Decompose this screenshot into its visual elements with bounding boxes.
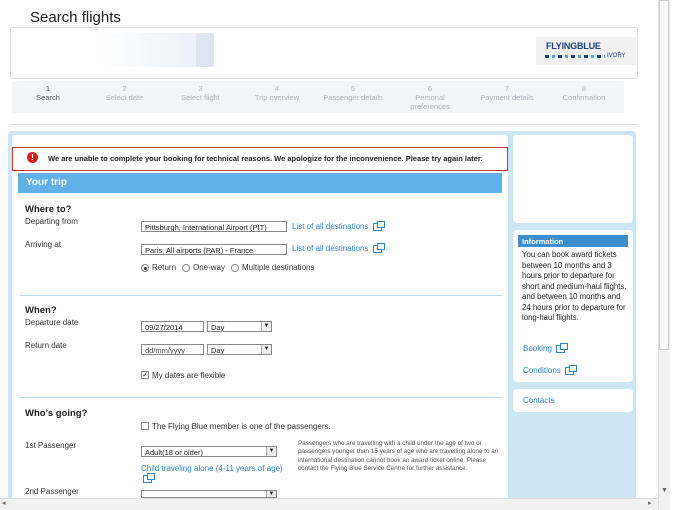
link-text: List of all destinations <box>292 222 369 231</box>
step-number: 5 <box>350 84 356 93</box>
step-select-date: 2 Select date <box>97 84 152 102</box>
divider <box>20 397 502 398</box>
error-icon: ! <box>27 152 38 163</box>
link-text: Conditions <box>523 366 561 375</box>
sidebar-ad-box <box>513 135 633 223</box>
departure-day-select[interactable]: Day ▼ <box>207 321 272 332</box>
member-checkbox[interactable] <box>141 422 149 430</box>
logo-dots <box>545 55 605 58</box>
banner-image-edge <box>196 33 214 67</box>
step-confirmation: 8 Confirmation <box>555 84 613 102</box>
select-value: Day <box>211 323 225 332</box>
banner-image <box>14 33 214 67</box>
error-message: We are unable to complete your booking f… <box>12 147 508 171</box>
step-number: 7 <box>504 84 510 93</box>
chevron-down-icon: ▼ <box>261 345 271 354</box>
your-trip-heading: Your trip <box>18 173 502 193</box>
step-personal-preferences: 6 Personal preferences <box>402 84 458 111</box>
link-text: List of all destinations <box>292 244 369 253</box>
contacts-link[interactable]: Contacts <box>523 396 555 405</box>
external-link-icon <box>372 220 385 231</box>
flexible-checkbox[interactable]: ✓ <box>141 371 149 379</box>
all-destinations-link-2[interactable]: List of all destinations <box>292 242 385 253</box>
departure-date-label: Departure date <box>25 318 79 327</box>
chevron-down-icon: ▼ <box>266 447 276 456</box>
return-radio[interactable] <box>141 264 149 272</box>
scroll-down-arrow[interactable]: ▼ <box>661 487 668 494</box>
departing-input[interactable]: Pittsburgh, International Airport (PIT) <box>141 221 287 232</box>
return-day-select[interactable]: Day ▼ <box>207 344 272 355</box>
step-label: Trip overview <box>254 93 300 102</box>
passenger2-label: 2nd Passenger <box>25 487 79 496</box>
info-text: You can book award tickets between 10 mo… <box>522 250 627 322</box>
departure-date-input[interactable]: 09/27/2014 <box>141 321 204 332</box>
passenger2-select[interactable]: ▼ <box>141 490 277 498</box>
step-label: Personal preferences <box>410 93 450 111</box>
passenger1-label: 1st Passenger <box>25 441 77 450</box>
page-title: Search flights <box>30 9 121 26</box>
conditions-link[interactable]: Conditions <box>523 364 577 375</box>
logo-tier: IVORY <box>607 53 626 59</box>
chevron-down-icon: ▼ <box>266 491 276 497</box>
scroll-right-arrow[interactable]: ▸ <box>648 499 652 507</box>
member-label: The Flying Blue member is one of the pas… <box>152 422 331 431</box>
who-heading: Who's going? <box>25 408 88 419</box>
horizontal-scrollbar[interactable] <box>0 498 658 510</box>
flexible-label: My dates are flexible <box>152 371 226 380</box>
external-link-icon <box>564 364 577 375</box>
when-heading: When? <box>25 305 57 316</box>
all-destinations-link[interactable]: List of all destinations <box>292 220 385 231</box>
step-passenger-details: 5 Passenger details <box>316 84 390 102</box>
step-label: Payment details <box>480 93 534 102</box>
multi-radio[interactable] <box>231 264 239 272</box>
link-text: Child traveling alone (4-11 years of age… <box>141 464 283 473</box>
step-label: Passenger details <box>323 93 383 102</box>
external-link-icon <box>555 342 568 353</box>
divider <box>20 295 502 296</box>
return-label: Return <box>152 263 177 272</box>
arriving-input[interactable]: Paris, All airports (PAR) - France <box>141 244 287 255</box>
departing-label: Departing from <box>25 217 78 226</box>
multi-label: Multiple destinations <box>242 263 315 272</box>
select-value: Day <box>211 346 225 355</box>
oneway-radio[interactable] <box>182 264 190 272</box>
step-number: 6 <box>427 84 433 93</box>
scroll-left-arrow[interactable]: ◂ <box>2 499 6 507</box>
step-label: Select date <box>105 93 144 102</box>
step-trip-overview: 4 Trip overview <box>247 84 307 102</box>
where-heading: Where to? <box>25 204 72 215</box>
return-date-input[interactable]: dd/mm/yyyy <box>141 344 204 355</box>
step-number: 2 <box>122 84 127 93</box>
child-alone-link[interactable]: Child traveling alone (4-11 years of age… <box>141 464 293 484</box>
step-search: 1 Search <box>30 84 66 102</box>
return-date-label: Return date <box>25 341 67 350</box>
step-label: Confirmation <box>562 93 606 102</box>
arriving-label: Arriving at <box>25 240 62 249</box>
step-label: Search <box>36 93 60 102</box>
step-number: 3 <box>198 84 203 93</box>
external-link-icon <box>372 242 385 253</box>
oneway-label: One-way <box>193 263 226 272</box>
step-label: Select flight <box>181 93 220 102</box>
passenger-note: Passengers who are travelling with a chi… <box>298 440 499 473</box>
booking-link[interactable]: Booking <box>523 342 568 353</box>
step-number: 1 <box>45 84 51 93</box>
logo-brand: FLYINGBLUE <box>546 41 601 51</box>
step-select-flight: 3 Select flight <box>172 84 229 102</box>
external-link-icon <box>143 472 155 483</box>
passenger1-select[interactable]: Adult(18 or older) ▼ <box>141 446 277 457</box>
vertical-scrollbar-thumb[interactable] <box>659 0 669 350</box>
link-text: Booking <box>523 344 552 353</box>
step-number: 8 <box>581 84 587 93</box>
step-payment-details: 7 Payment details <box>474 84 540 102</box>
select-value: Adult(18 or older) <box>145 448 203 457</box>
step-number: 4 <box>274 84 280 93</box>
chevron-down-icon: ▼ <box>261 322 271 331</box>
info-heading: Information <box>518 235 628 247</box>
